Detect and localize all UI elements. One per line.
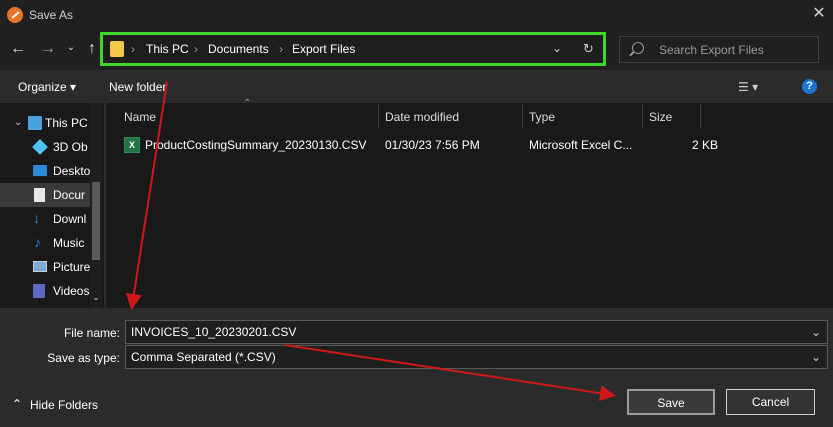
sidebar-item-pictures[interactable]: Picture: [0, 255, 90, 279]
sidebar-item-label: Picture: [53, 260, 90, 274]
sidebar-item-label: Deskto: [53, 164, 90, 178]
refresh-icon[interactable]: ↻: [583, 41, 594, 57]
file-size-cell: 2 KB: [692, 138, 719, 152]
sidebar-item-label: Videos: [53, 284, 90, 298]
save-as-type-label: Save as type:: [47, 351, 120, 365]
breadcrumb-export-files[interactable]: Export Files: [292, 42, 355, 56]
column-divider[interactable]: [642, 104, 643, 128]
save-button[interactable]: Save: [627, 389, 715, 415]
organize-button[interactable]: Organize ▾: [18, 80, 76, 94]
expand-chevron-icon[interactable]: ⌄: [14, 117, 28, 131]
window-title: Save As: [29, 8, 74, 22]
cancel-button[interactable]: Cancel: [726, 389, 815, 415]
up-arrow-icon[interactable]: ↑: [84, 39, 100, 59]
breadcrumb-separator: ›: [194, 42, 198, 56]
file-name-value: INVOICES_10_20230201.CSV: [131, 325, 297, 339]
file-name-dropdown-chevron-icon[interactable]: ⌄: [811, 321, 821, 343]
cube-icon: [32, 139, 48, 155]
close-icon[interactable]: ✕: [809, 4, 829, 24]
address-dropdown-chevron-icon[interactable]: ⌄: [552, 41, 562, 55]
sidebar-item-videos[interactable]: Videos: [0, 279, 90, 303]
save-as-type-dropdown-chevron-icon[interactable]: ⌄: [811, 346, 821, 368]
save-as-type-select[interactable]: Comma Separated (*.CSV) ⌄: [125, 345, 828, 369]
document-icon: [34, 188, 45, 202]
sidebar-item-label: Music: [53, 236, 85, 250]
sidebar-item-music[interactable]: ♪ Music: [0, 231, 90, 255]
breadcrumb-this-pc[interactable]: This PC: [146, 42, 189, 56]
column-header-date-modified[interactable]: Date modified: [385, 110, 459, 124]
file-name-cell[interactable]: ProductCostingSummary_20230130.CSV: [145, 138, 366, 152]
sidebar-item-label: Docur: [53, 188, 86, 202]
search-icon: [632, 42, 644, 54]
scroll-down-chevron-icon[interactable]: ⌄: [90, 292, 102, 303]
sidebar-item-this-pc[interactable]: ⌄ This PC: [0, 111, 90, 135]
app-icon: [7, 7, 23, 23]
sidebar-item-label: This PC: [45, 116, 88, 130]
sidebar-item-label: Downl: [53, 212, 87, 226]
recent-locations-chevron-icon[interactable]: ⌄: [64, 38, 78, 58]
file-date-cell: 01/30/23 7:56 PM: [385, 138, 480, 152]
column-header-size[interactable]: Size: [649, 110, 672, 124]
help-icon[interactable]: ?: [802, 79, 817, 94]
forward-arrow-icon[interactable]: →: [38, 39, 58, 59]
hide-folders-chevron-icon[interactable]: ⌃: [12, 397, 22, 411]
music-icon: ♪: [34, 234, 41, 250]
file-name-input[interactable]: INVOICES_10_20230201.CSV ⌄: [125, 320, 828, 344]
sidebar-item-3d-objects[interactable]: 3D Ob: [0, 135, 90, 159]
sidebar-item-desktop[interactable]: Deskto: [0, 159, 90, 183]
excel-file-icon: X: [124, 137, 140, 153]
sidebar-item-documents[interactable]: Docur: [0, 183, 90, 207]
download-icon: ↓: [33, 210, 40, 226]
view-options-icon[interactable]: ☰ ▾: [738, 80, 758, 94]
breadcrumb-documents[interactable]: Documents: [208, 42, 269, 56]
back-arrow-icon[interactable]: ←: [8, 39, 28, 59]
pc-icon: [28, 116, 42, 130]
picture-icon: [33, 261, 47, 272]
column-divider[interactable]: [700, 104, 701, 128]
title-bar: [0, 0, 833, 30]
file-type-cell: Microsoft Excel C...: [529, 138, 633, 152]
column-header-type[interactable]: Type: [529, 110, 555, 124]
desktop-icon: [33, 165, 47, 176]
save-as-type-value: Comma Separated (*.CSV): [131, 350, 276, 364]
sort-up-chevron-icon: ⌃: [243, 98, 252, 109]
sidebar-item-downloads[interactable]: ↓ Downl: [0, 207, 90, 231]
file-name-label: File name:: [63, 326, 120, 340]
folder-icon: [110, 41, 124, 57]
breadcrumb-separator: ›: [131, 42, 135, 56]
video-icon: [33, 284, 45, 298]
new-folder-button[interactable]: New folder: [109, 80, 166, 94]
hide-folders-button[interactable]: Hide Folders: [30, 398, 98, 412]
sidebar-scrollbar-thumb[interactable]: [92, 182, 100, 260]
column-header-name[interactable]: Name: [124, 110, 156, 124]
column-divider[interactable]: [378, 104, 379, 128]
search-placeholder: Search Export Files: [659, 43, 764, 57]
breadcrumb-separator: ›: [279, 42, 283, 56]
sidebar-item-label: 3D Ob: [53, 140, 88, 154]
column-divider[interactable]: [522, 104, 523, 128]
